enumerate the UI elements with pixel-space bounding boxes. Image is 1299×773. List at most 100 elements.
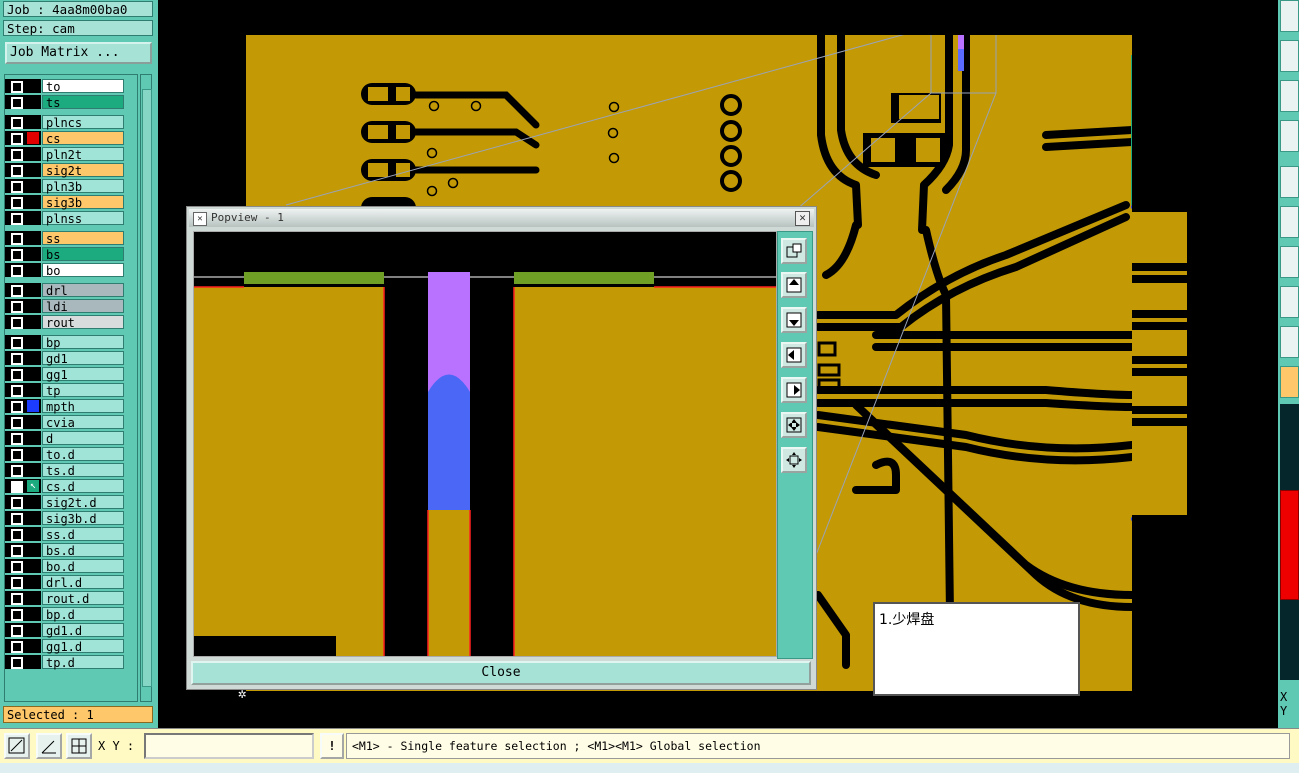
layer-row[interactable]: bo.d bbox=[5, 559, 137, 574]
zoom-window-icon[interactable] bbox=[781, 238, 807, 264]
layer-row[interactable]: mpth bbox=[5, 399, 137, 414]
layer-name[interactable]: tp.d bbox=[42, 655, 124, 670]
layer-checkbox[interactable] bbox=[11, 561, 23, 573]
layer-checkbox[interactable] bbox=[11, 465, 23, 477]
layer-name[interactable]: cs.d bbox=[42, 479, 124, 494]
layer-name[interactable]: plnss bbox=[42, 211, 124, 226]
layer-checkbox[interactable] bbox=[11, 149, 23, 161]
layer-name[interactable]: bp.d bbox=[42, 607, 124, 622]
layer-name[interactable]: ts.d bbox=[42, 463, 124, 478]
layer-row[interactable]: sig3b.d bbox=[5, 511, 137, 526]
layer-row[interactable]: gd1 bbox=[5, 351, 137, 366]
xy-input[interactable] bbox=[144, 733, 314, 759]
layer-row[interactable]: bo bbox=[5, 263, 137, 278]
layer-row[interactable]: ldi bbox=[5, 299, 137, 314]
layer-name[interactable]: bp bbox=[42, 335, 124, 350]
layer-checkbox[interactable] bbox=[11, 233, 23, 245]
layer-checkbox[interactable] bbox=[11, 369, 23, 381]
layer-checkbox[interactable] bbox=[11, 529, 23, 541]
layer-name[interactable]: bo.d bbox=[42, 559, 124, 574]
layer-checkbox[interactable] bbox=[11, 625, 23, 637]
layer-name[interactable]: ldi bbox=[42, 299, 124, 314]
layer-row[interactable]: sig2t.d bbox=[5, 495, 137, 510]
pan-up-icon[interactable] bbox=[781, 272, 807, 298]
layer-row[interactable]: bp.d bbox=[5, 607, 137, 622]
popview-canvas[interactable] bbox=[193, 231, 777, 657]
layer-row[interactable]: plnss bbox=[5, 211, 137, 226]
layer-row[interactable]: tp.d bbox=[5, 655, 137, 670]
layer-row[interactable]: bs.d bbox=[5, 543, 137, 558]
layer-row[interactable]: gg1.d bbox=[5, 639, 137, 654]
layer-checkbox[interactable] bbox=[11, 433, 23, 445]
layer-name[interactable]: gg1.d bbox=[42, 639, 124, 654]
layer-name[interactable]: gd1 bbox=[42, 351, 124, 366]
layer-checkbox[interactable] bbox=[11, 249, 23, 261]
layer-checkbox[interactable] bbox=[11, 513, 23, 525]
layer-name[interactable]: sig3b.d bbox=[42, 511, 124, 526]
layer-name[interactable]: pln3b bbox=[42, 179, 124, 194]
tool-move-icon[interactable] bbox=[1280, 80, 1299, 112]
layer-row[interactable]: pln2t bbox=[5, 147, 137, 162]
layer-row[interactable]: d bbox=[5, 431, 137, 446]
layer-checkbox[interactable] bbox=[11, 481, 23, 493]
zoom-center-icon[interactable] bbox=[781, 447, 807, 473]
tool-connect-icon[interactable] bbox=[1280, 206, 1299, 238]
layer-row[interactable]: plncs bbox=[5, 115, 137, 130]
layer-name[interactable]: to.d bbox=[42, 447, 124, 462]
layer-checkbox[interactable] bbox=[11, 213, 23, 225]
layer-row[interactable]: rout.d bbox=[5, 591, 137, 606]
tool-copy-icon[interactable] bbox=[1280, 40, 1299, 72]
layer-name[interactable]: rout bbox=[42, 315, 124, 330]
layer-row[interactable]: gg1 bbox=[5, 367, 137, 382]
layer-checkbox[interactable] bbox=[11, 133, 23, 145]
layer-row[interactable]: cs bbox=[5, 131, 137, 146]
tool-open-icon[interactable] bbox=[1280, 0, 1299, 32]
tool-select-icon[interactable] bbox=[1280, 286, 1299, 318]
layer-row[interactable]: drl.d bbox=[5, 575, 137, 590]
layer-row[interactable]: ss bbox=[5, 231, 137, 246]
grid-icon[interactable] bbox=[66, 733, 92, 759]
layer-row[interactable]: pln3b bbox=[5, 179, 137, 194]
layer-checkbox[interactable] bbox=[11, 317, 23, 329]
layer-row[interactable]: ts bbox=[5, 95, 137, 110]
layer-checkbox[interactable] bbox=[11, 609, 23, 621]
layer-row[interactable]: to bbox=[5, 79, 137, 94]
color-swatch[interactable] bbox=[1280, 490, 1299, 600]
layer-name[interactable]: sig3b bbox=[42, 195, 124, 210]
layer-name[interactable]: to bbox=[42, 79, 124, 94]
layer-name[interactable]: d bbox=[42, 431, 124, 446]
layer-name[interactable]: mpth bbox=[42, 399, 124, 414]
layer-name[interactable]: bs.d bbox=[42, 543, 124, 558]
layer-checkbox[interactable] bbox=[11, 81, 23, 93]
layer-checkbox[interactable] bbox=[11, 641, 23, 653]
tool-edit-icon[interactable] bbox=[1280, 120, 1299, 152]
layer-name[interactable]: plncs bbox=[42, 115, 124, 130]
job-matrix-button[interactable]: Job Matrix ... bbox=[5, 42, 152, 64]
layer-checkbox[interactable] bbox=[11, 301, 23, 313]
alert-button[interactable]: ! bbox=[320, 733, 344, 759]
layer-name[interactable]: drl.d bbox=[42, 575, 124, 590]
layer-row[interactable]: drl bbox=[5, 283, 137, 298]
layer-name[interactable]: pln2t bbox=[42, 147, 124, 162]
layer-checkbox[interactable] bbox=[11, 385, 23, 397]
close-button[interactable]: Close bbox=[191, 661, 811, 685]
layer-name[interactable]: bo bbox=[42, 263, 124, 278]
layer-name[interactable]: drl bbox=[42, 283, 124, 298]
popview-titlebar[interactable]: ✕ Popview - 1 ✕ bbox=[189, 209, 814, 227]
layer-row[interactable]: bs bbox=[5, 247, 137, 262]
layer-checkbox[interactable] bbox=[11, 417, 23, 429]
pan-right-icon[interactable] bbox=[781, 377, 807, 403]
layer-checkbox[interactable] bbox=[11, 449, 23, 461]
layer-checkbox[interactable] bbox=[11, 117, 23, 129]
layer-row[interactable]: to.d bbox=[5, 447, 137, 462]
layer-name[interactable]: bs bbox=[42, 247, 124, 262]
layer-name[interactable]: rout.d bbox=[42, 591, 124, 606]
layer-checkbox[interactable] bbox=[11, 165, 23, 177]
layer-checkbox[interactable] bbox=[11, 97, 23, 109]
angle-icon[interactable] bbox=[36, 733, 62, 759]
layer-name[interactable]: ss.d bbox=[42, 527, 124, 542]
layer-name[interactable]: ss bbox=[42, 231, 124, 246]
layer-name[interactable]: ts bbox=[42, 95, 124, 110]
layer-checkbox[interactable] bbox=[11, 401, 23, 413]
layer-name[interactable]: cs bbox=[42, 131, 124, 146]
